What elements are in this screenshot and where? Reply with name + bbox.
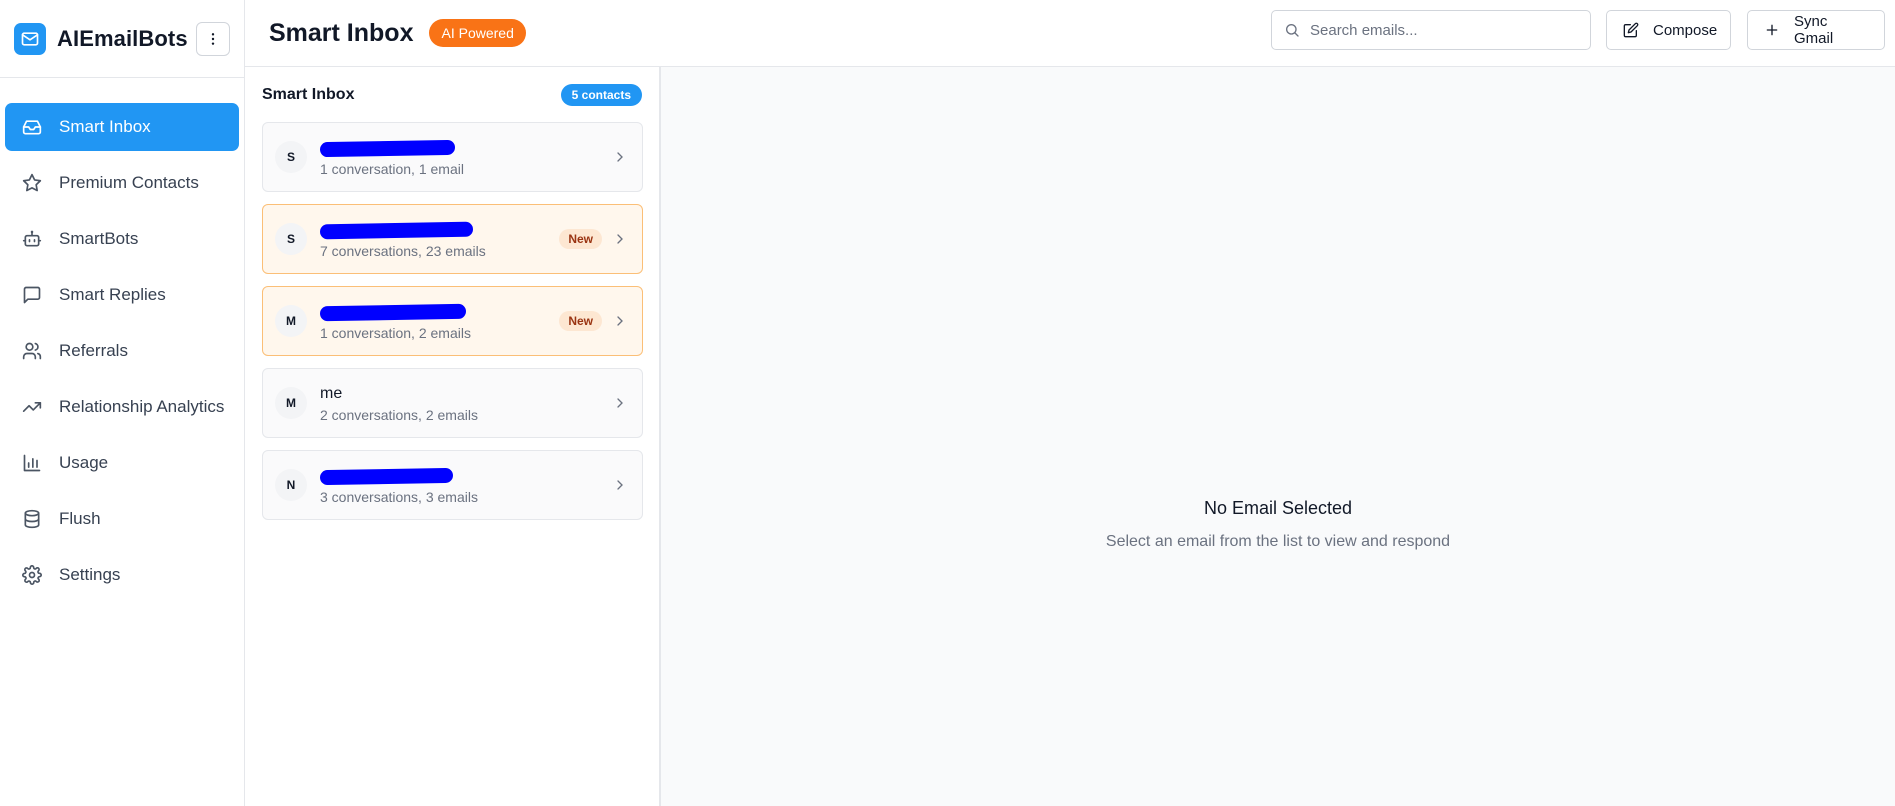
sidebar: AIEmailBots Smart Inbox Premium Contacts… — [0, 0, 245, 806]
sidebar-item-label: SmartBots — [59, 229, 139, 248]
sidebar-item-label: Smart Replies — [59, 285, 166, 304]
sidebar-item-label: Usage — [59, 453, 109, 472]
chevron-right-icon — [617, 316, 623, 326]
new-badge: New — [559, 229, 602, 249]
chevron-right-icon — [617, 234, 623, 244]
message-icon — [21, 284, 43, 306]
chevron-right-icon — [617, 398, 623, 408]
empty-state-subtitle: Select an email from the list to view an… — [1105, 533, 1451, 550]
sidebar-item-usage[interactable]: Usage — [5, 439, 239, 487]
bar-chart-icon — [21, 452, 43, 474]
sidebar-nav: Smart Inbox Premium Contacts SmartBots S… — [0, 78, 244, 599]
gear-icon — [21, 564, 43, 586]
contact-meta: 1 conversation, 2 emails — [320, 324, 471, 341]
contact-name — [319, 302, 471, 322]
top-header: Smart Inbox AI Powered Compose Sync Gmai… — [245, 0, 1895, 67]
sidebar-item-flush[interactable]: Flush — [5, 495, 239, 543]
compose-label: Compose — [1653, 21, 1718, 39]
contact-meta: 7 conversations, 23 emails — [320, 242, 486, 259]
star-icon — [21, 172, 43, 194]
page-title: Smart Inbox — [269, 18, 414, 47]
redaction-mark — [319, 139, 456, 157]
contact-item[interactable]: N 3 conversations, 3 emails — [262, 450, 643, 520]
sidebar-item-label: Smart Inbox — [59, 117, 151, 136]
contact-meta: 3 conversations, 3 emails — [320, 488, 478, 505]
avatar: S — [275, 141, 307, 173]
sidebar-item-settings[interactable]: Settings — [5, 551, 239, 599]
plus-icon — [1764, 22, 1780, 38]
avatar: M — [275, 305, 307, 337]
brand-header: AIEmailBots — [0, 0, 244, 78]
contact-meta: 2 conversations, 2 emails — [320, 406, 478, 423]
inbox-icon — [21, 116, 43, 138]
more-vertical-icon — [211, 32, 215, 45]
redaction-mark — [319, 221, 474, 239]
sync-gmail-button[interactable]: Sync Gmail — [1747, 10, 1885, 50]
search-icon — [1286, 24, 1299, 37]
contact-item[interactable]: S 7 conversations, 23 emails New — [262, 204, 643, 274]
database-icon — [21, 508, 43, 530]
sidebar-item-premium-contacts[interactable]: Premium Contacts — [5, 159, 239, 207]
sync-gmail-label: Sync Gmail — [1794, 13, 1834, 47]
contact-name — [319, 220, 486, 240]
email-detail-pane: No Email Selected Select an email from t… — [661, 67, 1895, 806]
redaction-mark — [319, 467, 454, 485]
new-badge: New — [559, 311, 602, 331]
contact-item[interactable]: M me 2 conversations, 2 emails — [262, 368, 643, 438]
sidebar-item-relationship-analytics[interactable]: Relationship Analytics — [5, 383, 239, 431]
contact-item[interactable]: S 1 conversation, 1 email — [262, 122, 643, 192]
edit-icon — [1623, 22, 1639, 38]
search-input[interactable] — [1310, 21, 1570, 39]
bot-icon — [21, 228, 43, 250]
compose-button[interactable]: Compose — [1606, 10, 1731, 50]
sidebar-item-smartbots[interactable]: SmartBots — [5, 215, 239, 263]
contact-list-title: Smart Inbox — [262, 85, 355, 103]
contact-list-header: Smart Inbox 5 contacts — [245, 67, 659, 122]
sidebar-item-label: Settings — [59, 565, 121, 584]
avatar: N — [275, 469, 307, 501]
sidebar-item-label: Referrals — [59, 341, 128, 360]
avatar: S — [275, 223, 307, 255]
sidebar-item-smart-inbox[interactable]: Smart Inbox — [5, 103, 239, 151]
sidebar-item-referrals[interactable]: Referrals — [5, 327, 239, 375]
contacts-count-badge: 5 contacts — [560, 83, 642, 106]
avatar: M — [275, 387, 307, 419]
users-icon — [21, 340, 43, 362]
sidebar-item-label: Relationship Analytics — [59, 397, 225, 416]
chevron-right-icon — [617, 480, 623, 490]
ai-powered-badge: AI Powered — [429, 19, 526, 47]
contact-item[interactable]: M 1 conversation, 2 emails New — [262, 286, 643, 356]
sidebar-item-smart-replies[interactable]: Smart Replies — [5, 271, 239, 319]
contact-name — [319, 138, 464, 158]
contact-list-panel: Smart Inbox 5 contacts S 1 conversation,… — [245, 67, 661, 806]
more-menu-button[interactable] — [196, 21, 230, 56]
contact-name: me — [320, 384, 343, 402]
mail-icon — [14, 22, 46, 55]
empty-state-title: No Email Selected — [1203, 498, 1353, 518]
brand-name: AIEmailBots — [57, 25, 188, 51]
contact-name — [319, 466, 478, 486]
sidebar-item-label: Premium Contacts — [59, 173, 199, 192]
sidebar-item-label: Flush — [59, 509, 101, 528]
contact-meta: 1 conversation, 1 email — [320, 160, 464, 177]
search-box[interactable] — [1271, 10, 1591, 50]
redaction-mark — [319, 303, 467, 321]
trending-up-icon — [21, 396, 43, 418]
chevron-right-icon — [617, 152, 623, 162]
